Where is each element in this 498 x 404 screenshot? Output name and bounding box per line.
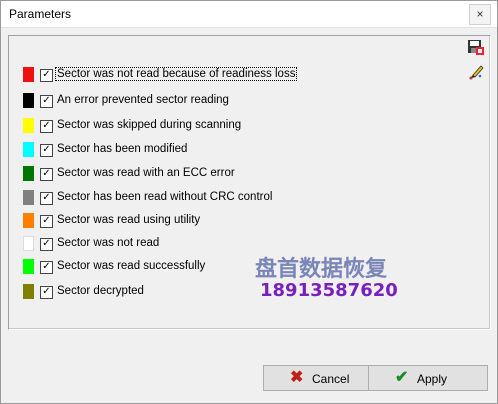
checkmark-icon: ✓	[42, 144, 51, 155]
legend-label: An error prevented sector reading	[57, 94, 229, 106]
legend-checkbox[interactable]: ✓	[40, 69, 53, 82]
cancel-x-icon: ✖	[290, 369, 304, 386]
checkmark-icon: ✓	[42, 238, 51, 249]
window-title: Parameters	[9, 7, 72, 21]
checkmark-icon: ✓	[42, 261, 51, 272]
legend-label: Sector was read successfully	[57, 260, 206, 272]
apply-check-icon: ✔	[395, 369, 409, 386]
color-swatch	[23, 67, 34, 82]
legend-checkbox[interactable]: ✓	[40, 120, 53, 133]
legend-label: Sector decrypted	[57, 285, 144, 297]
save-disk-icon[interactable]	[467, 39, 485, 57]
legend-checkbox[interactable]: ✓	[40, 261, 53, 274]
checkmark-icon: ✓	[42, 192, 51, 203]
close-button[interactable]: ×	[469, 4, 491, 25]
checkmark-icon: ✓	[42, 120, 51, 131]
parameters-dialog: Parameters × ✓ Sector was not read becaus…	[0, 0, 498, 404]
watermark-text: 盘首数据恢复	[255, 257, 388, 282]
legend-label: Sector was read with an ECC error	[57, 167, 235, 179]
checkmark-icon: ✓	[42, 95, 51, 106]
checkmark-icon: ✓	[42, 215, 51, 226]
legend-checkbox[interactable]: ✓	[40, 95, 53, 108]
legend-checkbox[interactable]: ✓	[40, 168, 53, 181]
watermark-phone: 18913587620	[260, 280, 398, 301]
color-swatch	[23, 190, 34, 205]
color-swatch	[23, 284, 34, 299]
checkmark-icon: ✓	[42, 69, 51, 80]
color-swatch	[23, 93, 34, 108]
legend-checkbox[interactable]: ✓	[40, 215, 53, 228]
color-swatch	[23, 166, 34, 181]
legend-label: Sector has been modified	[57, 143, 188, 155]
color-swatch	[23, 259, 34, 274]
close-icon: ×	[476, 7, 484, 21]
cancel-label: Cancel	[312, 372, 350, 386]
title-bar: Parameters ×	[1, 1, 497, 28]
legend-label: Sector was not read because of readiness…	[54, 67, 298, 81]
legend-label: Sector has been read without CRC control	[57, 191, 273, 203]
checkmark-icon: ✓	[42, 286, 51, 297]
legend-label: Sector was skipped during scanning	[57, 119, 242, 131]
legend-label: Sector was read using utility	[57, 214, 201, 226]
edit-brush-icon[interactable]	[467, 63, 485, 81]
cancel-button[interactable]: ✖ Cancel	[263, 365, 383, 391]
apply-button[interactable]: ✔ Apply	[368, 365, 488, 391]
apply-label: Apply	[417, 372, 448, 386]
legend-checkbox[interactable]: ✓	[40, 144, 53, 157]
checkmark-icon: ✓	[42, 168, 51, 179]
legend-label: Sector was not read	[57, 237, 160, 249]
color-swatch	[23, 118, 34, 133]
color-swatch	[23, 213, 34, 228]
legend-checkbox[interactable]: ✓	[40, 192, 53, 205]
color-swatch	[23, 142, 34, 157]
legend-checkbox[interactable]: ✓	[40, 286, 53, 299]
color-swatch	[23, 236, 34, 251]
legend-checkbox[interactable]: ✓	[40, 238, 53, 251]
